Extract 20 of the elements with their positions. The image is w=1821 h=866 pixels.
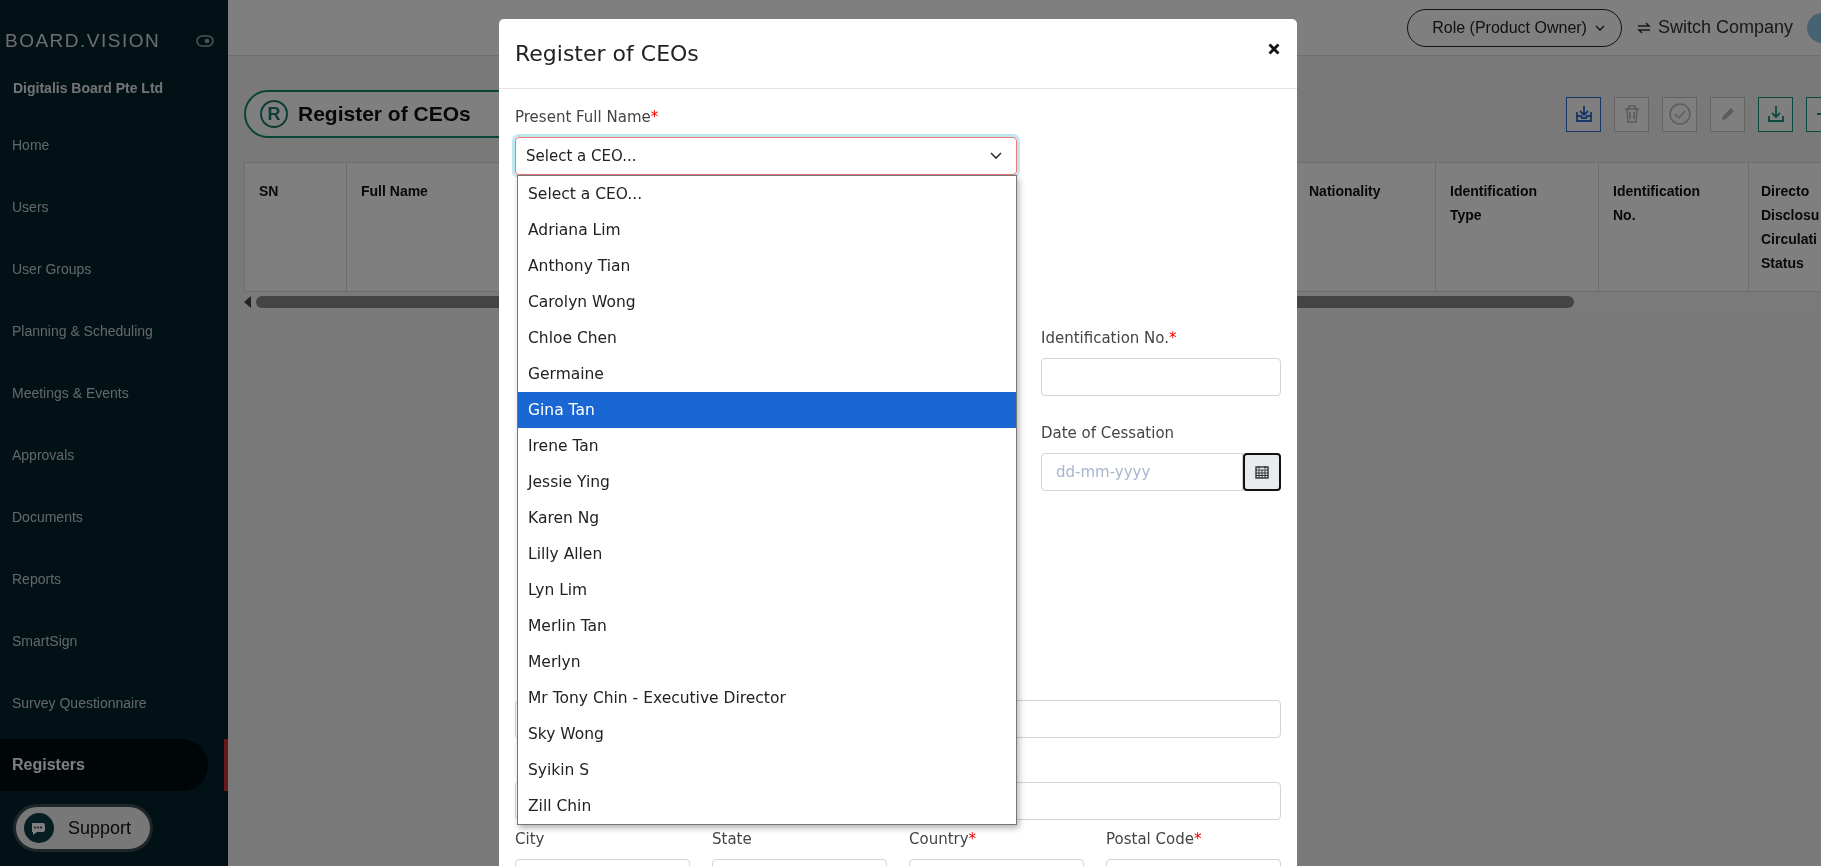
company-name: Digitalis Board Pte Ltd (12, 79, 165, 98)
field-label: Postal Code* (1106, 829, 1203, 850)
required-mark: * (1193, 830, 1202, 848)
required-mark: * (968, 830, 977, 848)
field-label: State (712, 829, 753, 850)
column-header: Directo Disclosu Circulati Status (1748, 163, 1821, 291)
column-header: SN (244, 163, 346, 291)
required-mark: * (650, 108, 659, 126)
field-label: Present Full Name* (515, 107, 660, 128)
column-header: Identification No. (1598, 163, 1748, 291)
dialog-title: Register of CEOs (515, 41, 699, 66)
required-mark: * (1169, 329, 1177, 347)
field-label: City (515, 829, 546, 850)
brand-logo: BOARD.VISION (5, 30, 161, 52)
field-label: Date of Cessation (1041, 423, 1176, 444)
title-badge: R (260, 100, 288, 128)
field-label: Identification No.* (1041, 328, 1178, 349)
field-label: Country* (909, 829, 978, 850)
page-title: Register of CEOs (298, 102, 471, 126)
column-header: Identification Type (1435, 163, 1598, 291)
